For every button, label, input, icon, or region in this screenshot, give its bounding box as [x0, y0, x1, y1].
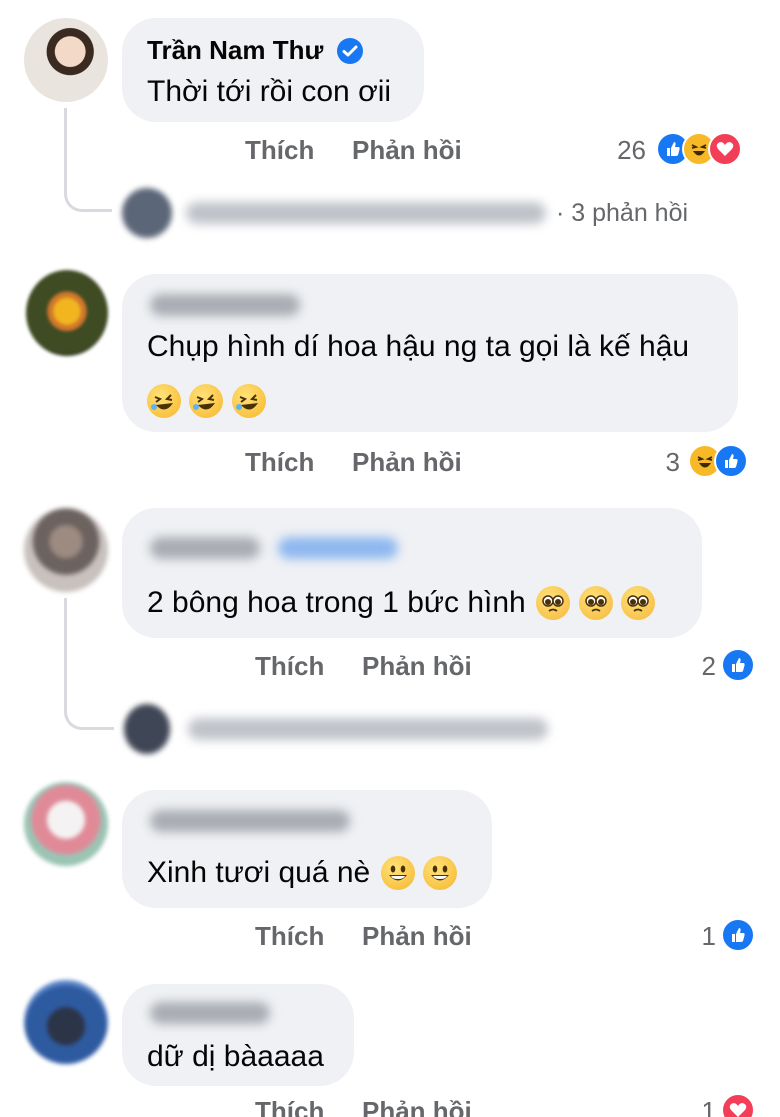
- reaction-count[interactable]: 1: [680, 1096, 716, 1117]
- comment-text-row: 2 bông hoa trong 1 bức hình: [147, 586, 659, 620]
- comment-text: Chụp hình dí hoa hậu ng ta gọi là kế hậu: [147, 330, 690, 363]
- reply-preview-count[interactable]: · 3 phản hồi: [556, 199, 688, 228]
- avatar[interactable]: [24, 782, 108, 866]
- reaction-count[interactable]: 26: [596, 135, 646, 166]
- reaction-summary[interactable]: [721, 648, 755, 682]
- rofl-emoji: [147, 384, 181, 418]
- pleading-face-emoji: [621, 586, 656, 620]
- like-button[interactable]: Thích: [255, 921, 324, 952]
- reply-preview[interactable]: [124, 704, 548, 754]
- like-button[interactable]: Thích: [245, 447, 314, 478]
- comment-text: 2 bông hoa trong 1 bức hình: [147, 586, 526, 619]
- thread-line: [64, 108, 112, 212]
- reply-button[interactable]: Phản hồi: [362, 1096, 472, 1117]
- reply-button[interactable]: Phản hồi: [352, 447, 462, 478]
- verified-badge-icon: [337, 38, 363, 64]
- avatar: [122, 188, 172, 238]
- reply-button[interactable]: Phản hồi: [362, 651, 472, 682]
- reaction-summary[interactable]: [721, 918, 755, 952]
- comment-author-blurred: [150, 1002, 270, 1024]
- comment-author-blurred: [150, 810, 350, 832]
- reply-preview-name: [188, 718, 548, 740]
- pleading-face-emoji: [536, 586, 571, 620]
- comment-text: Thời tới rồi con ơii: [147, 75, 392, 108]
- like-button[interactable]: Thích: [245, 135, 314, 166]
- reaction-summary[interactable]: [688, 444, 748, 478]
- comment-text: dữ dị bàaaaa: [147, 1040, 324, 1073]
- avatar[interactable]: [24, 18, 108, 102]
- comment-text: Xinh tươi quá nè: [147, 856, 371, 889]
- avatar: [124, 704, 170, 754]
- like-button[interactable]: Thích: [255, 651, 324, 682]
- reaction-count[interactable]: 3: [640, 447, 680, 478]
- comment-bubble: [122, 790, 492, 908]
- thread-line: [64, 598, 114, 730]
- comment-author[interactable]: Trần Nam Thư: [147, 35, 323, 66]
- love-icon: [721, 1093, 755, 1117]
- comment-text-row: Xinh tươi quá nè: [147, 856, 461, 890]
- grinning-face-emoji: [380, 856, 415, 890]
- reply-preview[interactable]: · 3 phản hồi: [122, 188, 688, 238]
- reply-preview-name: [186, 202, 546, 224]
- comment-author-tag-blurred: [278, 537, 398, 559]
- like-icon: [721, 918, 755, 952]
- rofl-emoji: [189, 384, 224, 418]
- comment-author-blurred: [150, 294, 300, 316]
- comment-emoji-row: [147, 384, 270, 418]
- comment-author-blurred: [150, 537, 260, 559]
- reaction-summary[interactable]: [656, 132, 742, 166]
- grinning-face-emoji: [423, 856, 458, 890]
- reaction-summary[interactable]: [721, 1093, 755, 1117]
- reaction-count[interactable]: 1: [680, 921, 716, 952]
- rofl-emoji: [231, 384, 266, 418]
- reply-button[interactable]: Phản hồi: [362, 921, 472, 952]
- avatar[interactable]: [26, 270, 108, 356]
- love-icon: [708, 132, 742, 166]
- avatar[interactable]: [24, 508, 108, 592]
- like-button[interactable]: Thích: [255, 1096, 324, 1117]
- like-icon: [714, 444, 748, 478]
- reply-button[interactable]: Phản hồi: [352, 135, 462, 166]
- reaction-count[interactable]: 2: [680, 651, 716, 682]
- like-icon: [721, 648, 755, 682]
- pleading-face-emoji: [578, 586, 613, 620]
- avatar[interactable]: [24, 980, 108, 1064]
